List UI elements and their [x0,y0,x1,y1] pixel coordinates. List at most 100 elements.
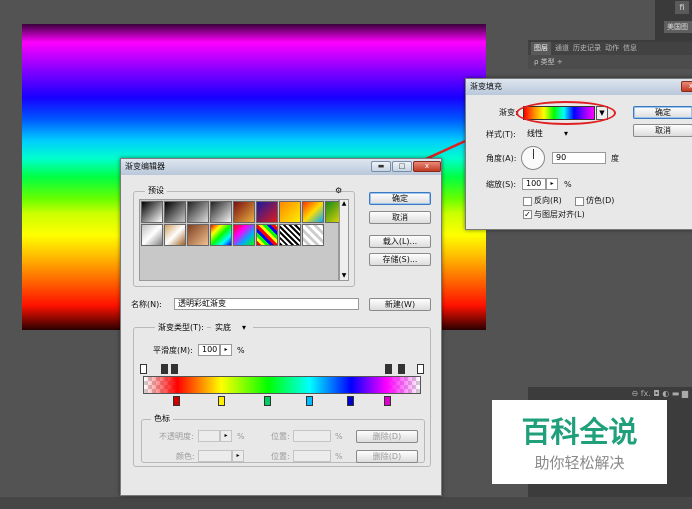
tab-actions[interactable]: 动作 [605,42,619,55]
color-stop[interactable] [306,396,313,406]
delete-color-stop-button[interactable]: 删除(D) [356,450,418,463]
preset-swatch[interactable] [256,224,278,246]
opacity-label: 不透明度: [159,432,194,441]
tab-info[interactable]: 信息 [623,42,637,55]
presets-grid [141,201,347,246]
fi-button[interactable]: fi [675,1,689,14]
new-button[interactable]: 新建(W) [369,298,431,311]
color-location-unit: % [335,452,343,461]
color-stop[interactable] [173,396,180,406]
preset-swatch[interactable] [141,201,163,223]
scale-unit: % [564,180,572,189]
gradient-editor-titlebar: 渐变编辑器 ▬ □ x [121,159,441,175]
opacity-stepper[interactable]: ▸ [220,430,232,442]
color-stop[interactable] [347,396,354,406]
color-location-label: 位置: [271,452,290,461]
color-menu-arrow[interactable]: ▸ [232,450,244,462]
gradient-editor-title: 渐变编辑器 [125,162,165,171]
editor-ok-button[interactable]: 确定 [369,192,431,205]
preset-swatch[interactable] [256,201,278,223]
opacity-location-label: 位置: [271,432,290,441]
gradient-label: 渐变: [499,108,518,117]
color-label: 颜色: [176,452,195,461]
load-button[interactable]: 载入(L)... [369,235,431,248]
preset-swatch[interactable] [302,201,324,223]
preset-swatch[interactable] [279,201,301,223]
name-input[interactable]: 透明彩虹渐变 [174,298,359,310]
layer-filter[interactable]: ρ 类型 ÷ [528,55,692,69]
angle-input[interactable]: 90 [552,152,606,164]
chevron-down-icon: ▾ [564,129,569,138]
type-label: 渐变类型(T): [155,323,207,333]
scroll-down-icon[interactable]: ▼ [340,272,348,279]
tab-channels[interactable]: 通道 [555,42,569,55]
tab-layers[interactable]: 图层 [531,42,551,55]
preset-swatch[interactable] [233,224,255,246]
smooth-stepper[interactable]: ▸ [220,344,232,356]
save-button[interactable]: 存储(S)... [369,253,431,266]
gear-icon[interactable]: ⚙ [335,186,342,196]
close-icon[interactable]: x [413,161,441,172]
close-icon[interactable]: x [681,81,692,92]
preset-swatch[interactable] [210,224,232,246]
scale-input[interactable]: 100 [522,178,546,190]
gradient-preview-bar[interactable] [143,376,421,394]
presets-label: 预设 [145,186,167,196]
color-stop[interactable] [264,396,271,406]
preset-swatch[interactable] [187,224,209,246]
presets-scrollbar[interactable]: ▲ ▼ [339,199,349,281]
watermark-subtitle: 助你轻松解决 [534,454,625,472]
minimize-icon[interactable]: ▬ [371,161,391,172]
style-select-value: 线性 [527,129,543,138]
layers-panel-bottom-icons[interactable]: ⊖ fx. ◘ ◐ ▬ ▆ [528,387,692,401]
reverse-checkbox[interactable] [523,197,532,206]
preset-swatch[interactable] [279,224,301,246]
delete-opacity-stop-button[interactable]: 删除(D) [356,430,418,443]
dither-checkbox[interactable] [575,197,584,206]
preset-swatch[interactable] [187,201,209,223]
style-label: 样式(T): [486,130,516,139]
opacity-stop[interactable] [140,364,147,374]
color-stop[interactable] [218,396,225,406]
status-bar [0,497,692,509]
chevron-down-icon: ▾ [242,323,247,332]
smooth-input[interactable]: 100 [198,344,220,356]
opacity-stop[interactable] [161,364,168,374]
opacity-location-input[interactable] [293,430,331,442]
opacity-unit: % [237,432,245,441]
presets-area [139,199,347,281]
color-location-input[interactable] [293,450,331,462]
opacity-stop[interactable] [398,364,405,374]
style-select[interactable]: 线性 ▾ [523,128,575,140]
opacity-stop[interactable] [417,364,424,374]
scale-stepper[interactable]: ▸ [546,178,558,190]
highlight-oval [516,101,616,125]
color-swatch[interactable] [198,450,232,462]
layers-panel-tabs: 图层 通道 历史记录 动作 信息 [528,42,692,55]
opacity-stop[interactable] [385,364,392,374]
angle-dial[interactable] [521,146,545,170]
color-stop[interactable] [384,396,391,406]
preset-swatch[interactable] [233,201,255,223]
type-select[interactable]: 实底 ▾ [211,322,253,334]
preset-swatch[interactable] [164,224,186,246]
tab-history[interactable]: 历史记录 [573,42,601,55]
preset-swatch[interactable] [210,201,232,223]
fill-cancel-button[interactable]: 取消 [633,124,692,137]
fill-ok-button[interactable]: 确定 [633,106,692,119]
stops-label: 色标 [151,414,173,424]
preset-swatch[interactable] [141,224,163,246]
align-checkbox[interactable]: ✓ [523,210,532,219]
editor-cancel-button[interactable]: 取消 [369,211,431,224]
scale-label: 缩放(S): [486,180,517,189]
preset-swatch[interactable] [164,201,186,223]
smooth-label: 平滑度(M): [153,346,193,355]
gradient-fill-dialog: 渐变填充 x 渐变: ▼ 确定 取消 样式(T): 线性 ▾ 角度(A): 90… [465,78,692,230]
document-tab[interactable]: 美国图 [664,21,692,33]
preset-swatch[interactable] [302,224,324,246]
opacity-input[interactable] [198,430,220,442]
gradient-fill-titlebar: 渐变填充 x [466,79,692,95]
maximize-icon[interactable]: □ [392,161,412,172]
scroll-up-icon[interactable]: ▲ [340,200,348,207]
opacity-stop[interactable] [171,364,178,374]
